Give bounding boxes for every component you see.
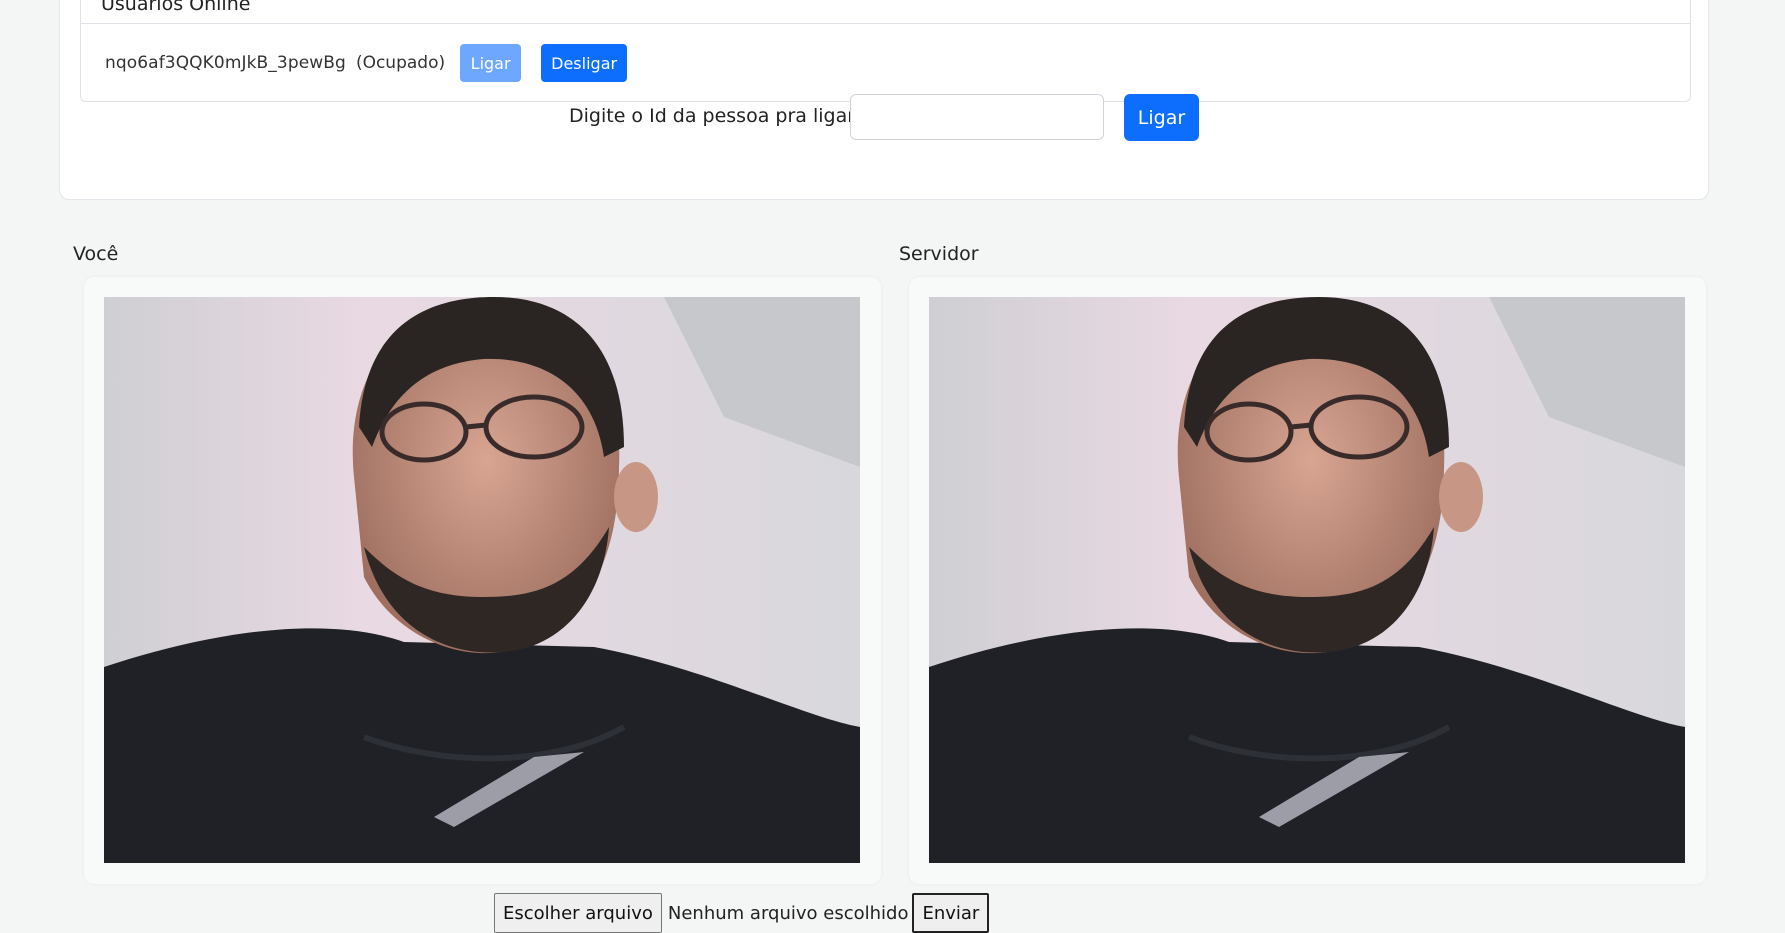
online-users-title: Usuários Online [101, 0, 251, 15]
user-hangup-button[interactable]: Desligar [541, 44, 628, 82]
local-video-card [84, 277, 881, 884]
webcam-frame-image [104, 297, 860, 863]
local-video [104, 297, 860, 863]
file-upload-row: Escolher arquivo Nenhum arquivo escolhid… [494, 893, 990, 933]
call-button[interactable]: Ligar [1124, 94, 1199, 141]
user-call-button[interactable]: Ligar [460, 44, 522, 82]
online-users-box: Usuários Online nqo6af3QQK0mJkB_3pewBg (… [80, 0, 1691, 102]
call-panel: Usuários Online nqo6af3QQK0mJkB_3pewBg (… [59, 0, 1709, 200]
online-user-row: nqo6af3QQK0mJkB_3pewBg (Ocupado) Ligar D… [105, 44, 628, 82]
local-video-label: Você [73, 243, 119, 265]
call-form: Digite o Id da pessoa pra ligar Ligar [60, 93, 1708, 141]
remote-video-label: Servidor [899, 243, 979, 265]
user-id: nqo6af3QQK0mJkB_3pewBg [105, 53, 346, 73]
call-id-input[interactable] [850, 94, 1104, 140]
file-status-text: Nenhum arquivo escolhido [667, 903, 909, 924]
choose-file-button[interactable]: Escolher arquivo [494, 893, 662, 933]
user-status: (Ocupado) [355, 53, 446, 73]
webcam-frame-image [929, 297, 1685, 863]
remote-video [929, 297, 1685, 863]
remote-video-card [909, 277, 1706, 884]
call-id-label: Digite o Id da pessoa pra ligar [569, 105, 856, 127]
send-file-button[interactable]: Enviar [912, 893, 990, 933]
online-users-header: Usuários Online [81, 0, 1690, 24]
